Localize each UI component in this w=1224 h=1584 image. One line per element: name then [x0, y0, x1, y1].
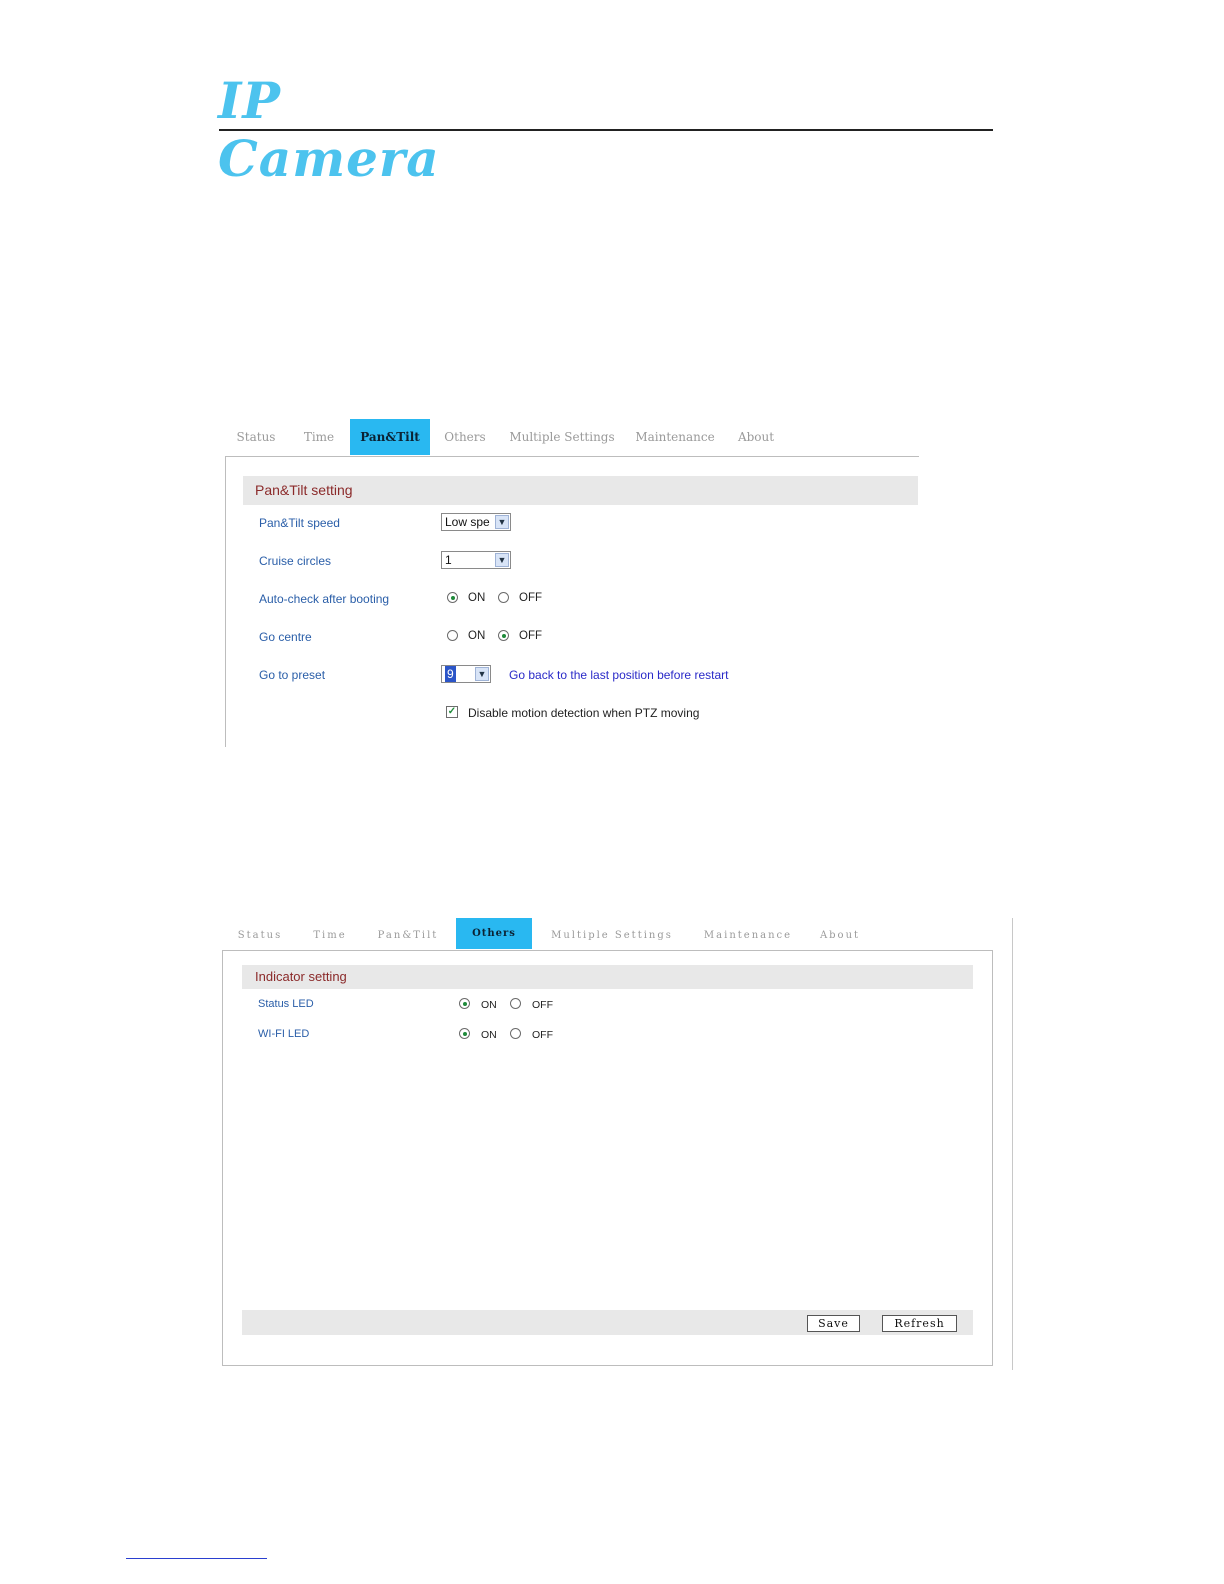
- status-led-on-label: ON: [481, 999, 497, 1011]
- chevron-down-icon: ▼: [495, 515, 509, 529]
- tab-others[interactable]: Others: [456, 918, 532, 949]
- cruise-circles-value: 1: [445, 553, 452, 567]
- outer-border: [1012, 918, 1013, 1370]
- header-divider: [219, 129, 993, 131]
- section-header: Indicator setting: [242, 965, 973, 989]
- go-centre-off-radio[interactable]: [498, 630, 509, 641]
- go-centre-off-label: OFF: [519, 630, 542, 642]
- wifi-led-off-radio[interactable]: [510, 1028, 521, 1039]
- go-to-preset-value: 9: [445, 666, 456, 682]
- go-to-preset-hint: Go back to the last position before rest…: [509, 668, 729, 682]
- chevron-down-icon: ▼: [475, 667, 489, 681]
- cruise-circles-label: Cruise circles: [259, 554, 332, 568]
- footer-link-underline: [126, 1558, 267, 1559]
- pan-tilt-screenshot: Status Time Pan&Tilt Others Multiple Set…: [225, 419, 925, 747]
- tab-maintenance[interactable]: Maintenance: [702, 918, 794, 954]
- status-led-label: Status LED: [258, 998, 314, 1010]
- go-to-preset-label: Go to preset: [259, 668, 326, 682]
- status-led-off-radio[interactable]: [510, 998, 521, 1009]
- others-screenshot: Status Time Pan&Tilt Others Multiple Set…: [222, 918, 1014, 1370]
- refresh-button[interactable]: Refresh: [882, 1315, 957, 1332]
- tab-maintenance[interactable]: Maintenance: [633, 419, 717, 455]
- tab-status[interactable]: Status: [232, 918, 288, 954]
- tab-time[interactable]: Time: [308, 918, 352, 954]
- tab-multiple-settings[interactable]: Multiple Settings: [542, 918, 682, 954]
- tab-pan-tilt[interactable]: Pan&Tilt: [372, 918, 444, 954]
- wifi-led-on-label: ON: [481, 1029, 497, 1041]
- auto-check-off-radio[interactable]: [498, 592, 509, 603]
- pan-tilt-speed-select[interactable]: Low spe ▼: [441, 513, 511, 531]
- button-bar: [242, 1310, 973, 1335]
- cruise-circles-select[interactable]: 1 ▼: [441, 551, 511, 569]
- auto-check-off-label: OFF: [519, 592, 542, 604]
- auto-check-label: Auto-check after booting: [259, 592, 390, 606]
- section-header: Pan&Tilt setting: [243, 476, 918, 505]
- wifi-led-on-radio[interactable]: [459, 1028, 470, 1039]
- chevron-down-icon: ▼: [495, 553, 509, 567]
- tab-multiple-settings[interactable]: Multiple Settings: [509, 419, 615, 455]
- tab-about[interactable]: About: [734, 419, 778, 455]
- status-led-off-label: OFF: [532, 999, 553, 1011]
- go-centre-on-label: ON: [468, 630, 486, 642]
- wifi-led-off-label: OFF: [532, 1029, 553, 1041]
- disable-motion-label: Disable motion detection when PTZ moving: [468, 706, 700, 720]
- auto-check-on-label: ON: [468, 592, 486, 604]
- pan-tilt-speed-label: Pan&Tilt speed: [259, 516, 340, 530]
- auto-check-on-radio[interactable]: [447, 592, 458, 603]
- logo: IP Camera: [218, 71, 440, 188]
- go-to-preset-select[interactable]: 9 ▼: [441, 665, 491, 683]
- pan-tilt-speed-value: Low spe: [445, 515, 490, 529]
- go-centre-label: Go centre: [259, 630, 312, 644]
- wifi-led-label: WI-FI LED: [258, 1028, 310, 1040]
- tab-time[interactable]: Time: [295, 419, 343, 455]
- disable-motion-checkbox[interactable]: ✓: [446, 706, 458, 718]
- tab-status[interactable]: Status: [232, 419, 280, 455]
- status-led-on-radio[interactable]: [459, 998, 470, 1009]
- save-button[interactable]: Save: [807, 1315, 860, 1332]
- tab-about[interactable]: About: [814, 918, 866, 954]
- tab-others[interactable]: Others: [439, 419, 491, 455]
- go-centre-on-radio[interactable]: [447, 630, 458, 641]
- tab-pan-tilt[interactable]: Pan&Tilt: [350, 419, 430, 455]
- settings-frame: [222, 950, 993, 1366]
